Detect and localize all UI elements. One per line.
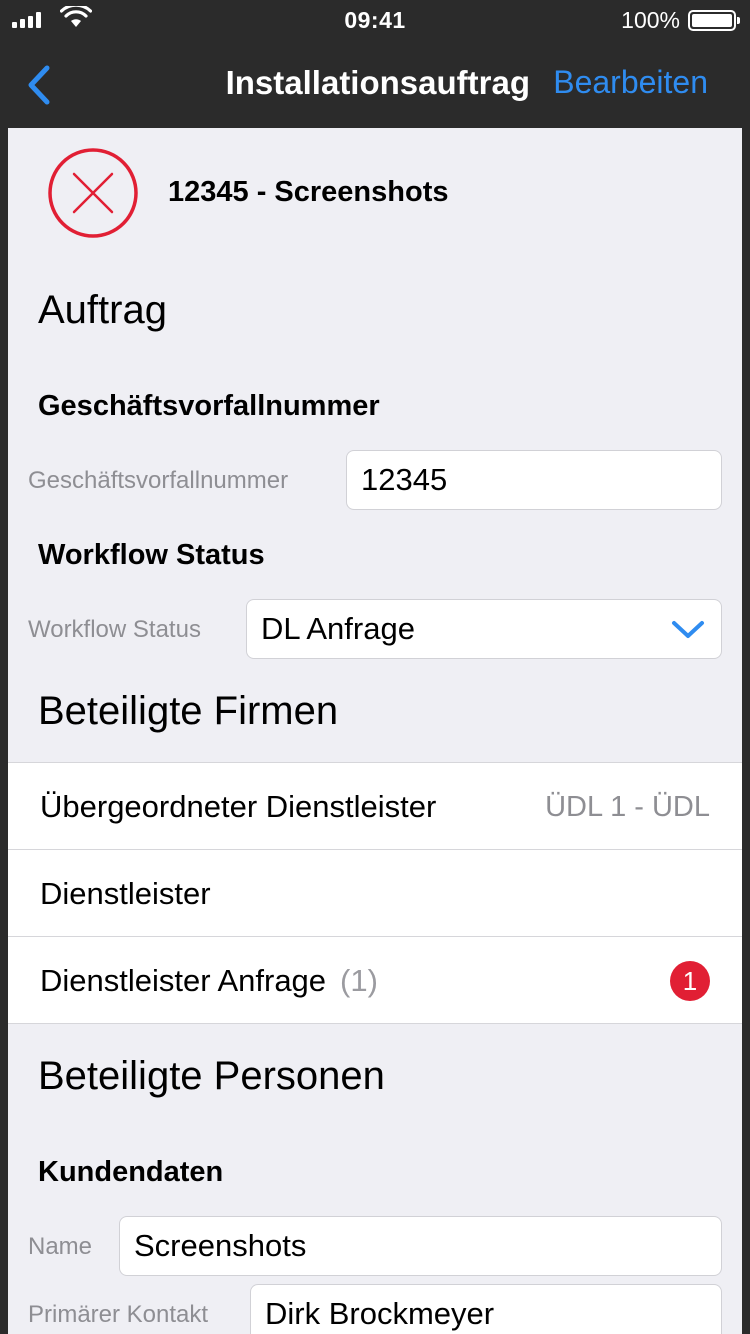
gvn-label: Geschäftsvorfallnummer (28, 467, 289, 494)
page-title: Installationsauftrag (225, 64, 530, 101)
name-label: Name (28, 1233, 93, 1260)
order-header: 12345 - Screenshots (8, 128, 742, 258)
edit-button[interactable]: Bearbeiten (553, 64, 708, 101)
section-title-auftrag: Auftrag (38, 288, 167, 332)
firmen-list: Übergeordneter Dienstleister ÜDL 1 - ÜDL… (8, 762, 742, 1024)
battery-icon (688, 10, 740, 31)
kundendaten-heading: Kundendaten (38, 1156, 224, 1188)
status-bar: 09:41 100% (0, 0, 750, 40)
contact-input[interactable]: Dirk Brockmeyer (250, 1284, 722, 1334)
list-item-dienstleister-anfrage[interactable]: Dienstleister Anfrage (1) 1 (8, 937, 742, 1024)
chevron-down-icon (672, 621, 704, 638)
list-item-label: Dienstleister (40, 876, 211, 911)
gvn-input[interactable]: 12345 (346, 450, 722, 510)
list-item-dienstleister[interactable]: Dienstleister (8, 850, 742, 937)
section-title-firmen: Beteiligte Firmen (38, 689, 339, 733)
contact-label: Primärer Kontakt (28, 1301, 209, 1328)
chevron-left-icon[interactable] (20, 62, 60, 108)
workflow-heading: Workflow Status (38, 539, 265, 571)
list-item-label: Übergeordneter Dienstleister (40, 789, 437, 824)
workflow-label: Workflow Status (28, 616, 201, 643)
content-area: 12345 - Screenshots Auftrag Geschäftsvor… (8, 128, 742, 1334)
list-item-label-wrapper: Dienstleister Anfrage (1) (40, 963, 378, 999)
name-input[interactable]: Screenshots (119, 1216, 722, 1276)
workflow-status-value: DL Anfrage (261, 611, 415, 646)
list-item-count: (1) (340, 963, 378, 998)
battery-percentage: 100% (621, 7, 680, 33)
error-circle-icon (48, 148, 138, 238)
list-item-label: Dienstleister Anfrage (40, 963, 327, 998)
list-item-value: ÜDL 1 - ÜDL (545, 791, 710, 823)
navigation-bar: Installationsauftrag Bearbeiten (0, 40, 750, 128)
workflow-status-select[interactable]: DL Anfrage (246, 599, 722, 659)
gvn-heading: Geschäftsvorfallnummer (38, 390, 380, 422)
list-item-uebergeordneter-dienstleister[interactable]: Übergeordneter Dienstleister ÜDL 1 - ÜDL (8, 763, 742, 850)
order-title: 12345 - Screenshots (168, 176, 449, 208)
notification-badge: 1 (670, 961, 710, 1001)
section-title-personen: Beteiligte Personen (38, 1054, 385, 1098)
